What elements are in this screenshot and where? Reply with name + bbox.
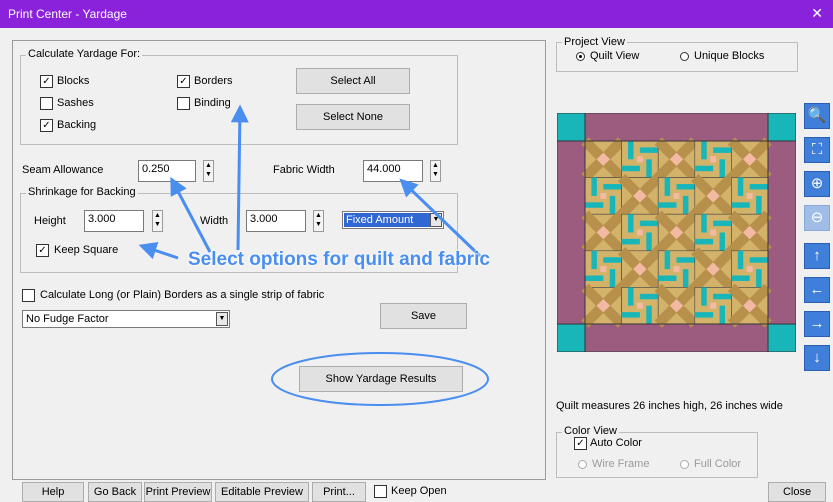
- arrow-to-keep-square: [138, 242, 179, 260]
- quilt-corner-square: [557, 113, 586, 142]
- keep-open-label: Keep Open: [391, 485, 447, 497]
- quilt-block: [621, 140, 659, 178]
- quilt-block: [621, 213, 659, 252]
- editable-preview-button[interactable]: Editable Preview: [215, 482, 309, 502]
- zoom-in-icon[interactable]: ⊕: [804, 171, 830, 197]
- quilt-block: [617, 247, 662, 292]
- arrow-right-icon[interactable]: →: [804, 311, 830, 337]
- fit-icon[interactable]: ⛶: [804, 137, 830, 163]
- quilt-block: [657, 177, 696, 215]
- print-preview-button[interactable]: Print Preview: [144, 482, 212, 502]
- highlight-ellipse: [271, 352, 489, 406]
- quilt-view-radio[interactable]: [576, 52, 585, 61]
- quilt-block: [621, 287, 659, 325]
- quilt-block: [581, 137, 626, 182]
- arrow-to-seam: [170, 176, 212, 253]
- quilt-block: [581, 210, 626, 255]
- help-button[interactable]: Help: [22, 482, 84, 502]
- quilt-block: [691, 173, 736, 218]
- unique-blocks-label: Unique Blocks: [694, 50, 765, 62]
- arrow-down-icon[interactable]: ↓: [804, 345, 830, 371]
- quilt-measure-text: Quilt measures 26 inches high, 26 inches…: [556, 400, 783, 412]
- quilt-block: [617, 173, 662, 218]
- quilt-block: [584, 177, 622, 215]
- auto-color-checkbox[interactable]: ✓: [574, 437, 587, 450]
- arrow-to-binding: [230, 104, 249, 251]
- quilt-block: [731, 177, 769, 215]
- go-back-button[interactable]: Go Back: [88, 482, 142, 502]
- quilt-block: [654, 137, 699, 182]
- arrow-to-fabric-width: [399, 178, 482, 258]
- wire-frame-radio[interactable]: [578, 460, 587, 469]
- full-color-label: Full Color: [694, 458, 742, 470]
- quilt-block: [691, 247, 736, 292]
- auto-color-label: Auto Color: [590, 437, 642, 449]
- wire-frame-label: Wire Frame: [592, 458, 650, 470]
- zoom-out-icon[interactable]: ⊖: [804, 205, 830, 231]
- quilt-block: [694, 287, 732, 325]
- quilt-preview: [557, 113, 796, 352]
- quilt-block: [657, 250, 696, 288]
- quilt-corner-square: [767, 323, 796, 352]
- keep-open-checkbox[interactable]: [374, 485, 387, 498]
- color-view-label: Color View: [562, 425, 619, 437]
- unique-blocks-radio[interactable]: [680, 52, 689, 61]
- quilt-block: [727, 210, 772, 255]
- quilt-view-label: Quilt View: [590, 50, 640, 62]
- quilt-block: [727, 137, 772, 182]
- print-button[interactable]: Print...: [312, 482, 366, 502]
- quilt-block: [654, 210, 699, 255]
- close-button[interactable]: Close: [768, 482, 826, 502]
- arrow-up-icon[interactable]: ↑: [804, 243, 830, 269]
- quilt-block: [581, 283, 626, 328]
- quilt-corner-square: [557, 323, 586, 352]
- project-view-label: Project View: [562, 36, 627, 48]
- full-color-radio[interactable]: [680, 460, 689, 469]
- quilt-block: [654, 283, 699, 328]
- quilt-block: [694, 140, 732, 178]
- quilt-block: [694, 213, 732, 252]
- quilt-block: [727, 283, 772, 328]
- quilt-corner-square: [767, 113, 796, 142]
- arrow-left-icon[interactable]: ←: [804, 277, 830, 303]
- zoom-icon[interactable]: 🔍: [804, 103, 830, 129]
- annotation-text: Select options for quilt and fabric: [188, 249, 490, 270]
- quilt-block: [584, 250, 622, 288]
- quilt-block: [731, 250, 769, 288]
